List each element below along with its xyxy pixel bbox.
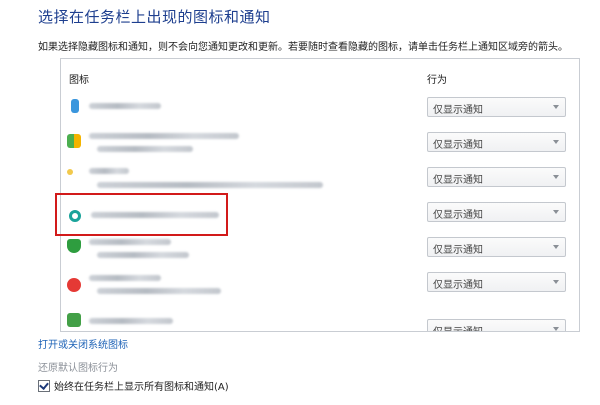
yellow-folder-icon <box>67 169 73 175</box>
chevron-down-icon <box>553 327 559 331</box>
description-text: 如果选择隐藏图标和通知，则不会向您通知更改和更新。若要随时查看隐藏的图标，请单击… <box>38 42 568 53</box>
highlight-box <box>55 193 228 236</box>
checkbox-checked-icon[interactable] <box>38 380 50 392</box>
behavior-select-value: 仅显示通知 <box>433 245 483 256</box>
chevron-down-icon <box>553 210 559 214</box>
behavior-select[interactable]: 仅显示通知 <box>427 132 566 152</box>
table-row: 仅显示通知 <box>61 161 579 196</box>
behavior-select[interactable]: 仅显示通知 <box>427 97 566 117</box>
behavior-select-value: 仅显示通知 <box>433 140 483 151</box>
table-row: 仅显示通知 <box>61 126 579 161</box>
behavior-select-value: 仅显示通知 <box>433 105 483 116</box>
behavior-select[interactable]: 仅显示通知 <box>427 167 566 187</box>
always-show-all-icons-checkbox[interactable]: 始终在任务栏上显示所有图标和通知(A) <box>38 378 229 393</box>
blue-bars-icon <box>71 99 79 113</box>
behavior-select-value: 仅显示通知 <box>433 175 483 186</box>
colorful-grid-icon <box>67 134 81 148</box>
blurred-app-desc <box>97 146 193 152</box>
chevron-down-icon <box>553 140 559 144</box>
chevron-down-icon <box>553 280 559 284</box>
table-row: 仅显示通知 <box>61 231 579 266</box>
blurred-app-desc <box>97 182 323 188</box>
blurred-app-name <box>89 133 239 139</box>
table-row: 仅显示通知 <box>61 91 579 126</box>
chevron-down-icon <box>553 245 559 249</box>
behavior-select[interactable]: 仅显示通知 <box>427 237 566 257</box>
blurred-app-name <box>89 103 161 109</box>
behavior-select-value: 仅显示通知 <box>433 210 483 221</box>
blurred-app-desc <box>97 252 189 258</box>
page-title: 选择在任务栏上出现的图标和通知 <box>38 8 271 26</box>
blurred-app-desc <box>97 288 221 294</box>
system-icons-link[interactable]: 打开或关闭系统图标 <box>38 336 128 351</box>
blurred-app-name <box>89 168 129 174</box>
restore-defaults-link: 还原默认图标行为 <box>38 363 118 374</box>
behavior-select[interactable]: 仅显示通知 <box>427 319 566 331</box>
table-row: 仅显示通知 <box>61 266 579 301</box>
blurred-app-name <box>89 275 161 281</box>
green-shield-icon <box>67 239 81 253</box>
blurred-app-name <box>89 239 171 245</box>
chevron-down-icon <box>553 105 559 109</box>
chevron-down-icon <box>553 175 559 179</box>
behavior-select[interactable]: 仅显示通知 <box>427 272 566 292</box>
blurred-app-name <box>89 318 173 324</box>
behavior-column-header: 行为 <box>427 75 447 86</box>
behavior-select[interactable]: 仅显示通知 <box>427 202 566 222</box>
behavior-select-value: 仅显示通知 <box>433 323 483 331</box>
behavior-select-value: 仅显示通知 <box>433 280 483 291</box>
table-row: 仅显示通知 <box>61 301 579 331</box>
green-app-icon <box>67 313 81 327</box>
checkbox-label: 始终在任务栏上显示所有图标和通知(A) <box>54 382 229 393</box>
red-music-icon <box>67 278 81 292</box>
icon-column-header: 图标 <box>69 75 89 86</box>
